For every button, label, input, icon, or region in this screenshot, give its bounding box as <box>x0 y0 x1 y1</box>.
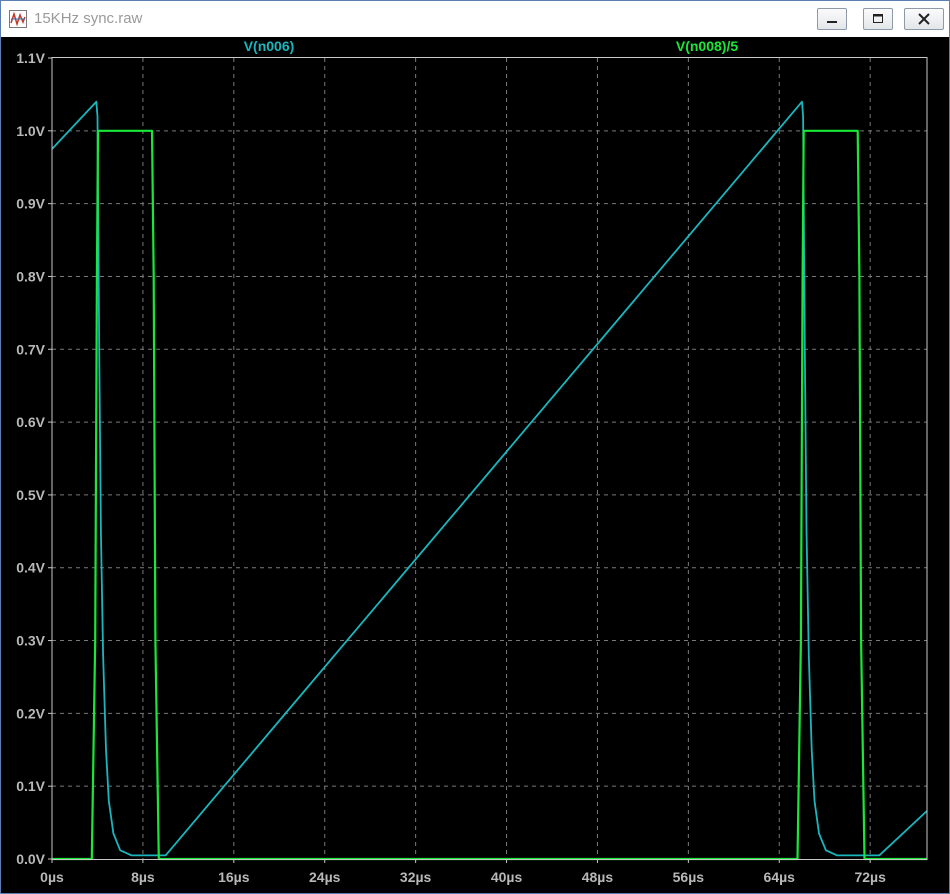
x-tick-label: 16µs <box>218 869 250 885</box>
x-tick-label: 8µs <box>131 869 155 885</box>
y-tick-label: 0.4V <box>16 560 45 576</box>
y-tick-label: 0.2V <box>16 705 45 721</box>
y-tick-label: 0.9V <box>16 196 45 212</box>
legend-v-n006[interactable]: V(n006) <box>244 38 295 54</box>
x-tick-label: 0µs <box>40 869 64 885</box>
y-tick-label: 0.1V <box>16 778 45 794</box>
waveform-window: 15KHz sync.raw 0µs 8µs 16µs 24µs 32µs 40µs 48µ… <box>0 0 950 894</box>
legend: V(n006) V(n008)/5 <box>244 38 739 54</box>
y-tick-label: 0.0V <box>16 851 45 867</box>
grid-layer <box>52 58 927 859</box>
x-tick-label: 32µs <box>400 869 432 885</box>
tick-layer: 0µs 8µs 16µs 24µs 32µs 40µs 48µs 56µs 64µs 72µs 0.… <box>16 50 886 885</box>
y-tick-label: 1.0V <box>16 123 45 139</box>
x-tick-label: 24µs <box>309 869 341 885</box>
y-tick-label: 0.7V <box>16 341 45 357</box>
waveform-plot[interactable]: 0µs 8µs 16µs 24µs 32µs 40µs 48µs 56µs 64µs 72µs 0.… <box>1 1 949 893</box>
y-tick-label: 0.3V <box>16 633 45 649</box>
y-tick-label: 0.8V <box>16 268 45 284</box>
x-tick-label: 72µs <box>854 869 886 885</box>
series-line-v-n006[interactable] <box>51 100 928 857</box>
legend-v-n008-div-5[interactable]: V(n008)/5 <box>676 38 738 54</box>
x-tick-label: 64µs <box>764 869 796 885</box>
x-tick-label: 48µs <box>582 869 614 885</box>
x-tick-label: 40µs <box>491 869 523 885</box>
x-tick-label: 56µs <box>673 869 705 885</box>
series-layer <box>51 100 928 861</box>
y-tick-label: 0.6V <box>16 414 45 430</box>
plot-frame <box>51 57 928 860</box>
y-tick-label: 1.1V <box>16 50 45 66</box>
y-tick-label: 0.5V <box>16 487 45 503</box>
